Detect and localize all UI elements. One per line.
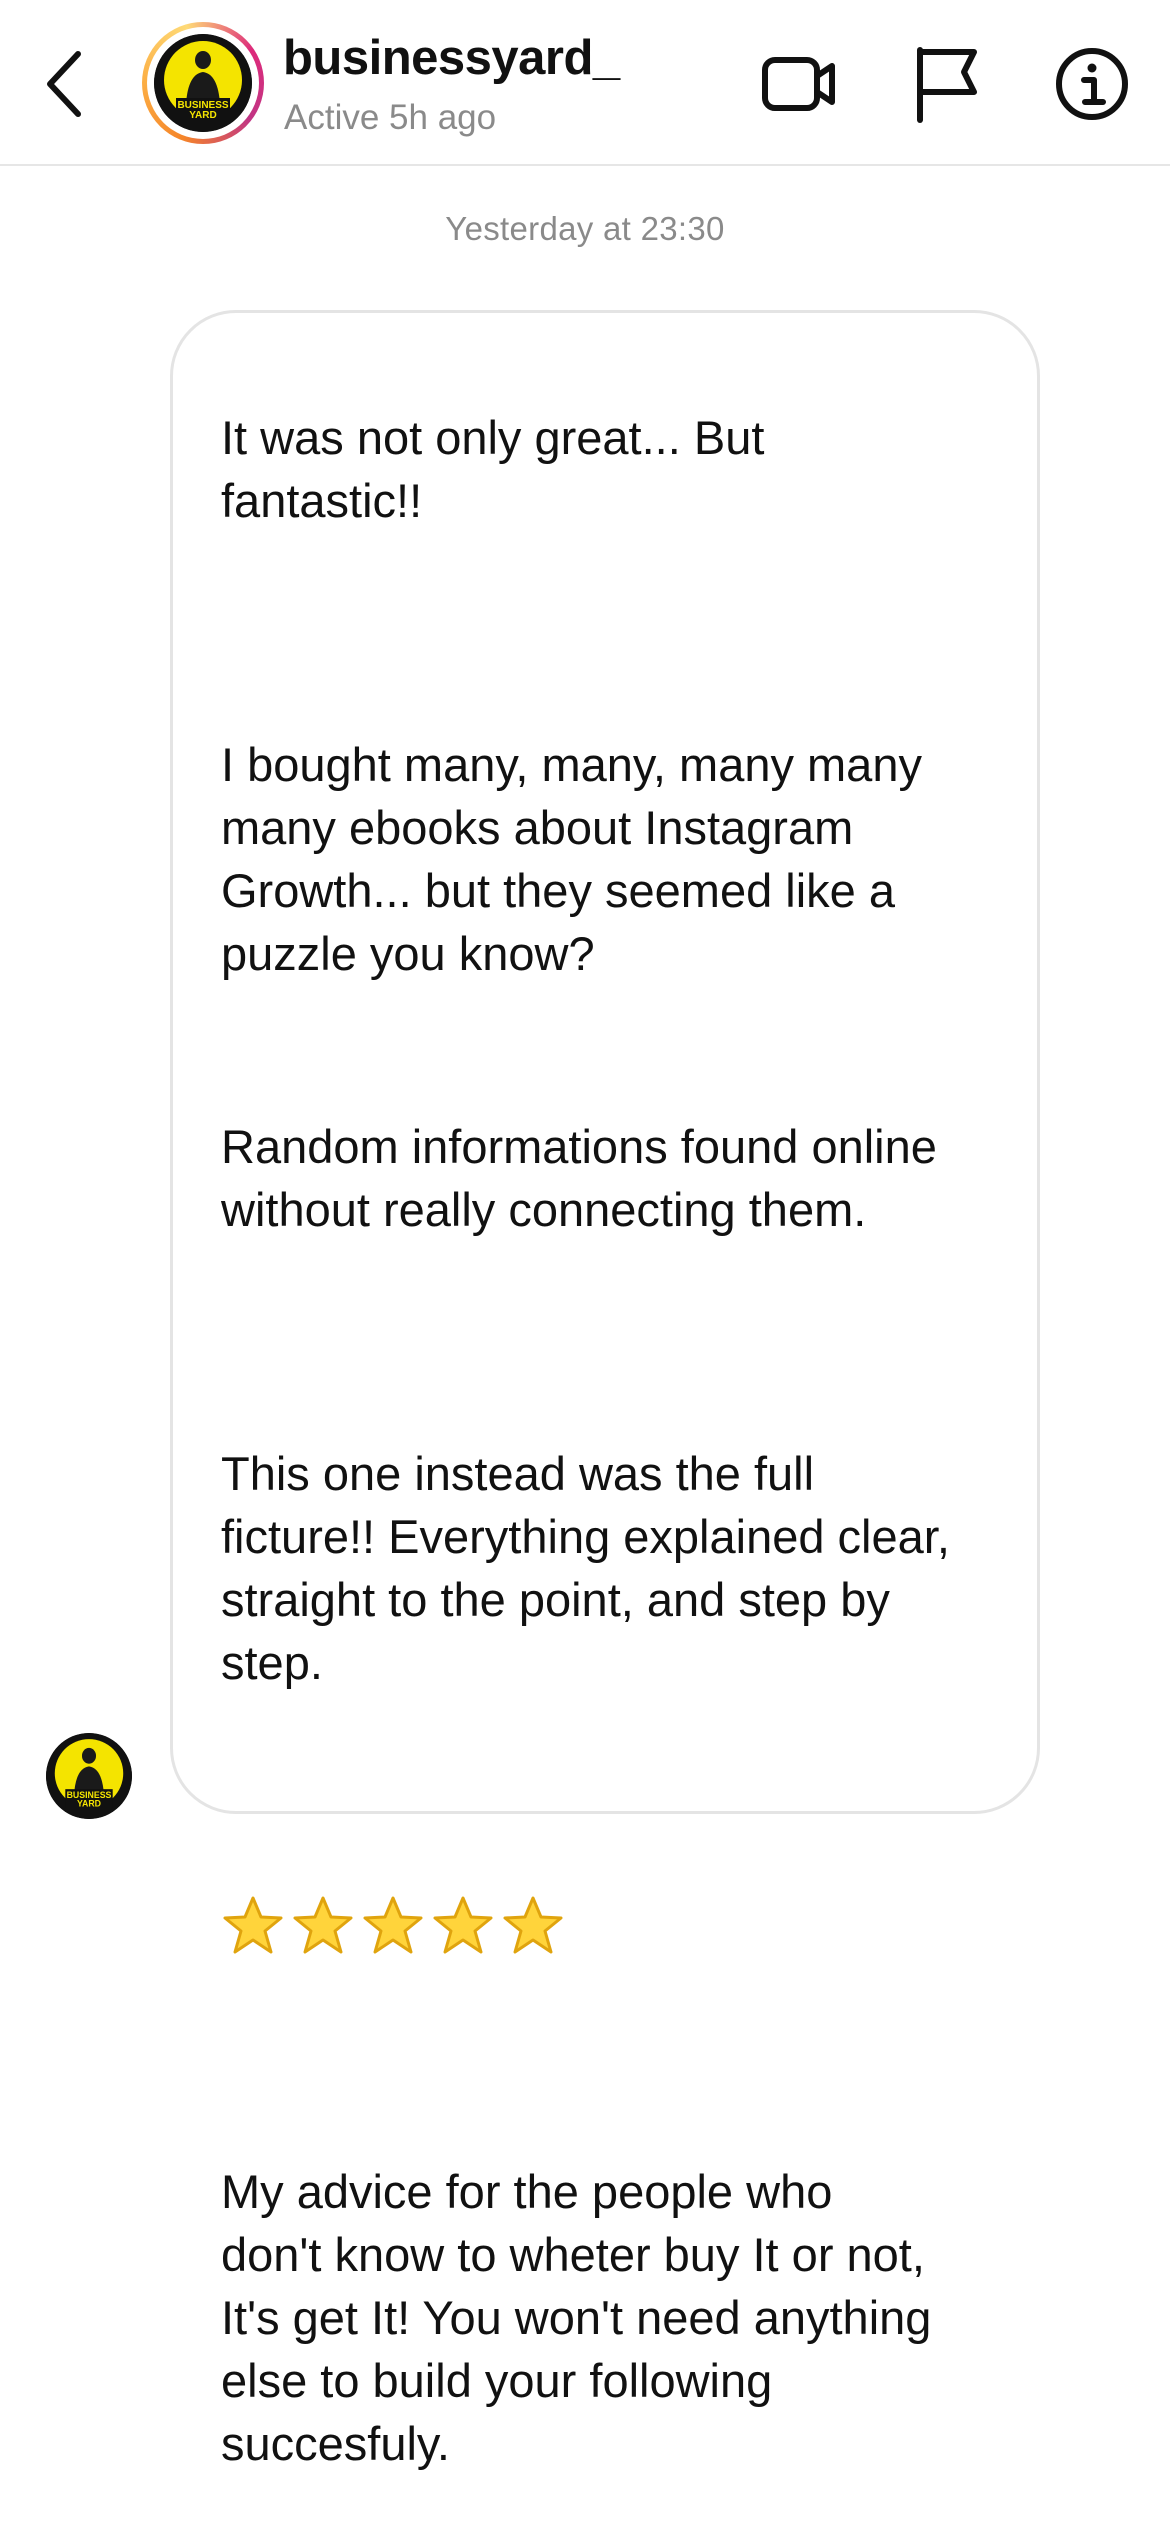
star-icon — [503, 1896, 563, 1954]
back-chevron-icon[interactable] — [40, 44, 100, 124]
star-icon — [223, 1896, 283, 1954]
star-icon — [363, 1896, 423, 1954]
profile-avatar[interactable]: BUSINESS YARD — [142, 22, 264, 144]
five-star-rating — [221, 1880, 1021, 1974]
message-paragraph-3: Random informations found online without… — [221, 1120, 937, 1236]
message-paragraph-2: I bought many, many, many many many eboo… — [221, 738, 922, 980]
flag-report-icon[interactable] — [912, 44, 982, 124]
businessyard-logo-icon: BUSINESS YARD — [154, 34, 252, 132]
message-body: It was not only great... But fantastic!!… — [221, 343, 1021, 2538]
video-call-icon[interactable] — [760, 48, 838, 120]
avatar-logo-line2: YARD — [77, 1799, 101, 1809]
chat-header: BUSINESS YARD businessyard_ Active 5h ag… — [0, 0, 1170, 166]
message-paragraph-1: It was not only great... But fantastic!! — [221, 411, 765, 527]
chat-username[interactable]: businessyard_ — [283, 30, 620, 86]
star-icon — [433, 1896, 493, 1954]
message-paragraph-5: My advice for the people who don't know … — [221, 2165, 932, 2470]
businessyard-logo-icon: BUSINESS YARD — [46, 1733, 132, 1819]
message-timestamp: Yesterday at 23:30 — [445, 210, 725, 247]
message-paragraph-4: This one instead was the full ficture!! … — [221, 1447, 950, 1689]
avatar-logo-line2: YARD — [189, 110, 216, 121]
active-status: Active 5h ago — [284, 98, 497, 137]
star-icon — [293, 1896, 353, 1954]
info-icon[interactable] — [1054, 46, 1130, 122]
sender-avatar[interactable]: BUSINESS YARD — [46, 1733, 132, 1819]
message-bubble[interactable]: It was not only great... But fantastic!!… — [170, 310, 1040, 2470]
